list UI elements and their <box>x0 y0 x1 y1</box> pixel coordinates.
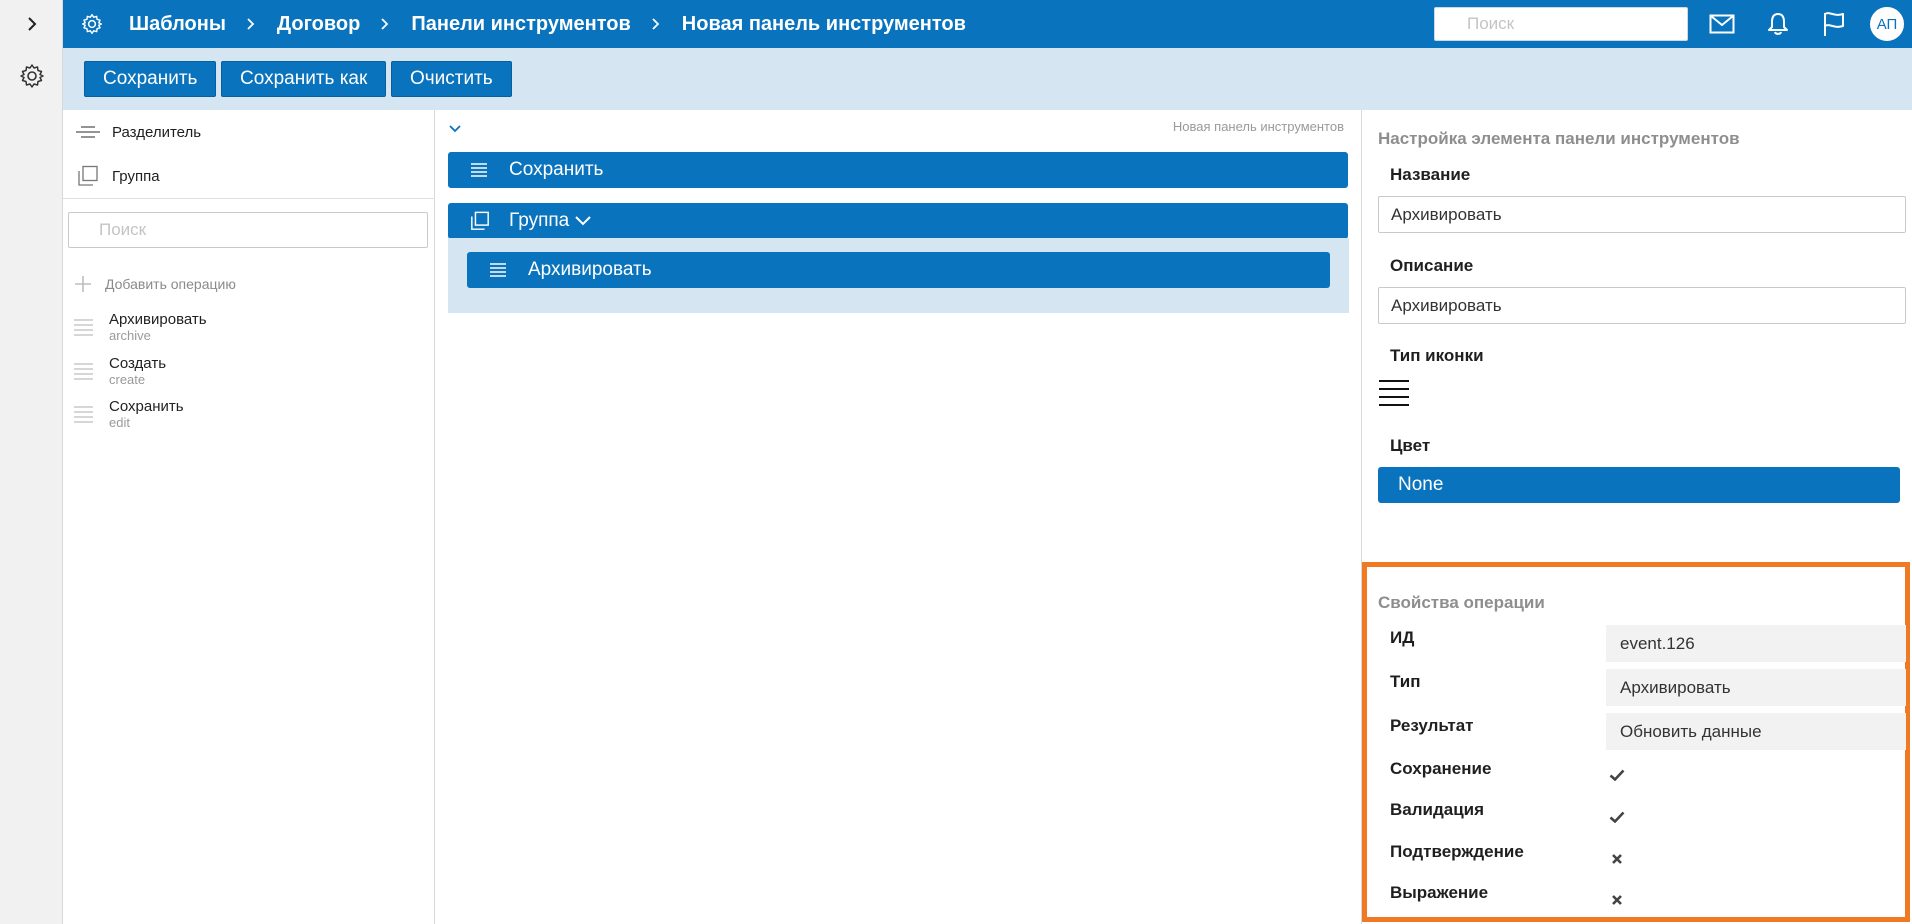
avatar[interactable]: АП <box>1870 7 1904 41</box>
description-field[interactable] <box>1378 287 1906 324</box>
operation-title: Создать <box>109 355 167 372</box>
add-operation-button[interactable]: Добавить операцию <box>73 273 236 295</box>
operations-search-input[interactable] <box>68 212 428 248</box>
tool-label: Разделитель <box>112 123 202 141</box>
icon-type-selector[interactable] <box>1378 378 1410 415</box>
preview-archive-item[interactable]: Архивировать <box>467 252 1330 288</box>
flag-button[interactable] <box>1806 0 1862 48</box>
chevron-down-icon <box>575 216 591 226</box>
settings-rail-button[interactable] <box>0 56 63 96</box>
divider <box>63 198 435 199</box>
breadcrumb-item[interactable]: Панели инструментов <box>411 13 630 36</box>
lines-icon <box>470 162 490 178</box>
separator-icon <box>72 124 104 140</box>
operation-code: edit <box>109 415 130 430</box>
operation-code: create <box>109 372 146 387</box>
save-as-button[interactable]: Сохранить как <box>221 61 387 97</box>
settings-title: Настройка элемента панели инструментов <box>1378 129 1740 148</box>
color-select[interactable]: None <box>1378 467 1900 503</box>
notifications-button[interactable] <box>1750 0 1806 48</box>
header-actions: АП <box>1434 0 1912 48</box>
validation-flag-label: Валидация <box>1390 800 1485 819</box>
group-content: Архивировать <box>448 238 1349 313</box>
clear-button[interactable]: Очистить <box>391 61 512 97</box>
preview-save-item[interactable]: Сохранить <box>448 152 1348 188</box>
list-item[interactable]: Создать create <box>73 351 373 391</box>
description-label: Описание <box>1390 256 1474 275</box>
chevron-right-icon <box>246 17 255 31</box>
lines-icon <box>489 262 509 278</box>
group-icon <box>72 165 104 187</box>
item-label: Группа <box>509 210 570 231</box>
operation-properties: Свойства операции ИД event.126 Тип Архив… <box>1362 562 1910 922</box>
group-icon <box>470 211 490 231</box>
props-title: Свойства операции <box>1378 593 1545 612</box>
breadcrumb-item[interactable]: Шаблоны <box>129 13 226 36</box>
save-button[interactable]: Сохранить <box>84 61 217 97</box>
breadcrumb-item[interactable]: Договор <box>277 13 360 36</box>
cross-icon <box>1606 849 1628 869</box>
drag-lines-icon <box>74 363 93 380</box>
chevron-right-icon <box>27 17 36 31</box>
flag-icon <box>1824 12 1844 36</box>
global-search-input[interactable] <box>1434 7 1688 41</box>
tool-label: Группа <box>112 167 160 185</box>
id-value: event.126 <box>1606 625 1906 662</box>
drag-lines-icon <box>74 319 93 336</box>
plus-icon <box>75 276 91 292</box>
confirm-flag-label: Подтверждение <box>1390 842 1524 861</box>
result-value: Обновить данные <box>1606 713 1906 750</box>
header-settings-button[interactable] <box>72 13 112 35</box>
color-label: Цвет <box>1390 436 1431 455</box>
item-label: Сохранить <box>509 159 604 180</box>
chevron-right-icon <box>380 17 389 31</box>
tool-separator[interactable]: Разделитель <box>72 117 201 147</box>
name-field[interactable] <box>1378 196 1906 233</box>
operation-title: Архивировать <box>109 311 207 328</box>
lines-icon <box>1379 380 1409 406</box>
gear-icon <box>81 13 103 35</box>
chevron-right-icon <box>651 17 660 31</box>
check-icon <box>1606 807 1628 827</box>
save-flag-label: Сохранение <box>1390 759 1492 778</box>
toolbar-preview: Новая панель инструментов Сохранить Груп… <box>435 110 1362 924</box>
drag-lines-icon <box>74 406 93 423</box>
app-header: Шаблоны Договор Панели инструментов Нова… <box>63 0 1912 48</box>
element-settings: Настройка элемента панели инструментов Н… <box>1362 110 1912 924</box>
list-item[interactable]: Сохранить edit <box>73 394 373 434</box>
operation-code: archive <box>109 328 151 343</box>
panel-title: Новая панель инструментов <box>1172 119 1344 134</box>
result-label: Результат <box>1390 716 1474 735</box>
mail-icon <box>1709 14 1735 34</box>
tool-group[interactable]: Группа <box>72 161 160 191</box>
action-toolbar: Сохранить Сохранить как Очистить <box>63 48 1912 110</box>
icon-type-label: Тип иконки <box>1390 346 1484 365</box>
id-label: ИД <box>1390 628 1415 647</box>
add-operation-label: Добавить операцию <box>105 276 236 292</box>
item-label: Архивировать <box>528 259 652 280</box>
left-rail <box>0 0 63 924</box>
operation-title: Сохранить <box>109 398 184 415</box>
name-label: Название <box>1390 165 1471 184</box>
check-icon <box>1606 765 1628 785</box>
bell-icon <box>1768 13 1788 35</box>
breadcrumb: Шаблоны Договор Панели инструментов Нова… <box>129 13 966 36</box>
breadcrumb-current: Новая панель инструментов <box>681 12 966 35</box>
collapse-button[interactable] <box>449 120 461 138</box>
messages-button[interactable] <box>1694 0 1750 48</box>
preview-group-item[interactable]: Группа <box>448 203 1348 239</box>
type-value: Архивировать <box>1606 669 1906 706</box>
expression-flag-label: Выражение <box>1390 883 1489 902</box>
type-label: Тип <box>1390 672 1421 691</box>
chevron-down-icon <box>449 125 461 133</box>
tools-palette: Разделитель Группа Добавить операцию Арх… <box>63 110 435 924</box>
cross-icon <box>1606 890 1628 910</box>
list-item[interactable]: Архивировать archive <box>73 307 373 347</box>
expand-sidebar-button[interactable] <box>0 0 63 48</box>
gear-icon <box>19 64 44 88</box>
